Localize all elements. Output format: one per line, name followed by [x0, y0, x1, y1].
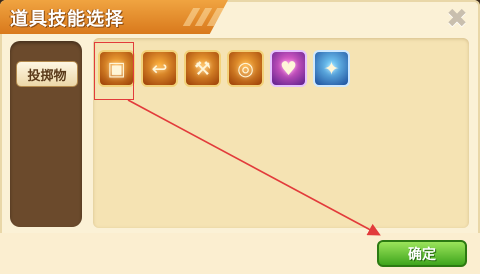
ring-item-slot[interactable]: ◎: [227, 50, 264, 87]
ring-icon: ◎: [237, 57, 254, 80]
dialog-title: 道具技能选择: [10, 9, 124, 30]
item-skill-dialog: 道具技能选择 ✖ 投掷物 ▣ ↩ ⚒ ◎ ♥ ✦ 确定: [0, 0, 480, 274]
category-tab-throwables[interactable]: 投掷物: [16, 61, 78, 87]
hook-icon: ↩: [151, 57, 168, 80]
heart-item-slot[interactable]: ♥: [270, 50, 307, 87]
annotation-highlight-box: [94, 42, 134, 100]
close-icon[interactable]: ✖: [442, 4, 472, 34]
category-sidebar: 投掷物: [10, 41, 82, 227]
axe-icon: ⚒: [193, 57, 212, 80]
hook-item-slot[interactable]: ↩: [141, 50, 178, 87]
axe-item-slot[interactable]: ⚒: [184, 50, 221, 87]
heart-icon: ♥: [279, 57, 298, 80]
wolf-icon: ✦: [323, 57, 340, 80]
wolf-item-slot[interactable]: ✦: [313, 50, 350, 87]
item-list: ▣ ↩ ⚒ ◎ ♥ ✦: [98, 50, 350, 87]
confirm-button[interactable]: 确定: [377, 240, 467, 267]
